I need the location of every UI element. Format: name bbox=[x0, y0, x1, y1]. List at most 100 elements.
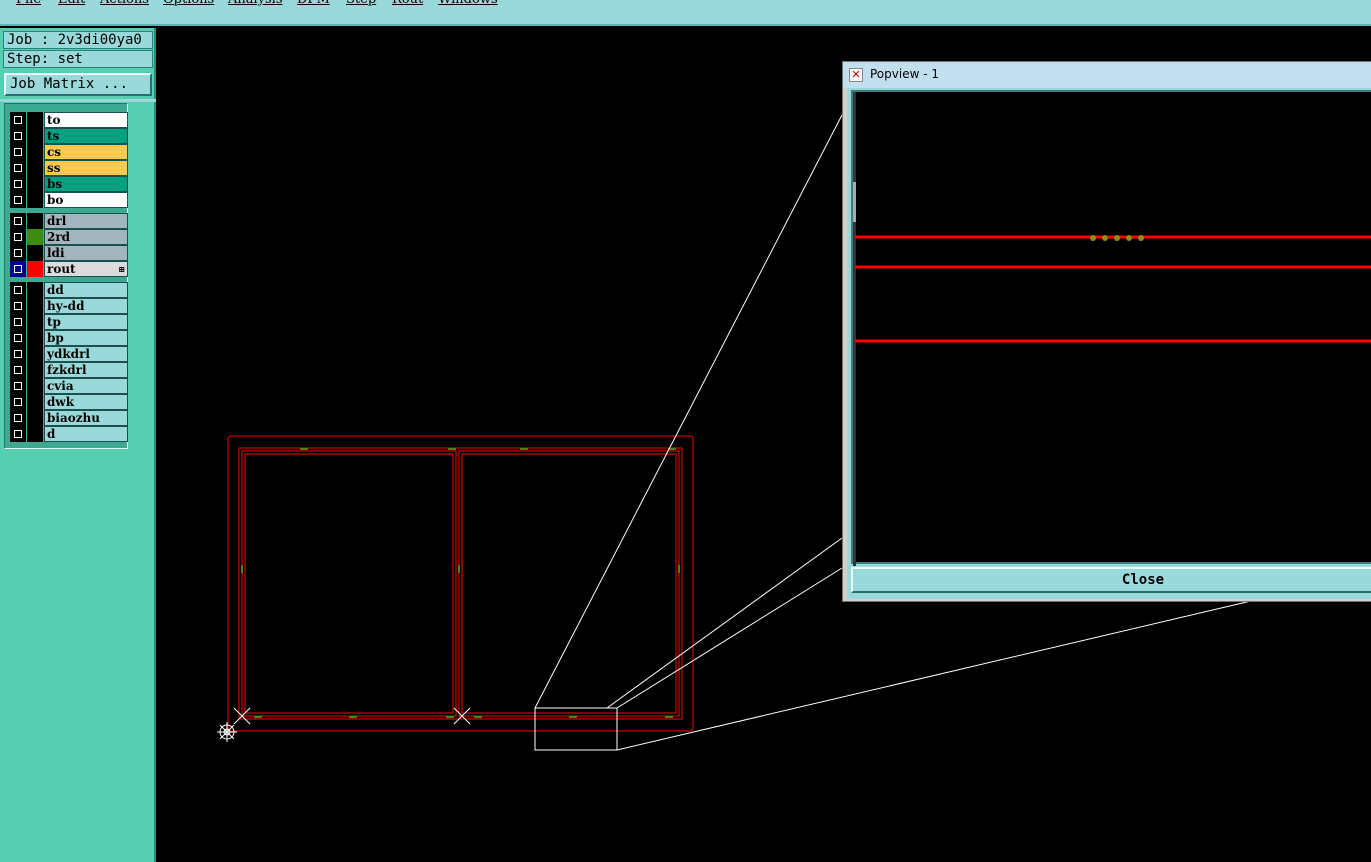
layer-row-hy-dd[interactable]: hy-dd bbox=[10, 298, 128, 314]
layer-color-swatch[interactable] bbox=[27, 176, 43, 192]
layer-checkbox[interactable] bbox=[10, 314, 26, 330]
layer-name-label[interactable]: bs bbox=[44, 176, 128, 192]
layer-name-label[interactable]: dwk bbox=[44, 394, 128, 410]
layer-color-swatch[interactable] bbox=[27, 229, 43, 245]
layer-name-label[interactable]: to bbox=[44, 112, 128, 128]
layer-name-label[interactable]: biaozhu bbox=[44, 410, 128, 426]
layer-name-label[interactable]: fzkdrl bbox=[44, 362, 128, 378]
layer-name-label[interactable]: cvia bbox=[44, 378, 128, 394]
layer-expand-icon[interactable]: ⊞ bbox=[118, 265, 125, 273]
layer-name-label[interactable]: bp bbox=[44, 330, 128, 346]
layer-color-swatch[interactable] bbox=[27, 346, 43, 362]
layer-checkbox[interactable] bbox=[10, 144, 26, 160]
layer-name-label[interactable]: ts bbox=[44, 128, 128, 144]
layer-checkbox[interactable] bbox=[10, 176, 26, 192]
layer-checkbox[interactable] bbox=[10, 394, 26, 410]
layer-checkbox[interactable] bbox=[10, 192, 26, 208]
layer-color-swatch[interactable] bbox=[27, 314, 43, 330]
layer-row-dd[interactable]: dd bbox=[10, 282, 128, 298]
layer-row-d[interactable]: d bbox=[10, 426, 128, 442]
menu-edit[interactable]: Edit bbox=[58, 0, 85, 7]
layer-checkbox[interactable] bbox=[10, 330, 26, 346]
layer-checkbox[interactable] bbox=[10, 245, 26, 261]
layer-checkbox[interactable] bbox=[10, 229, 26, 245]
menu-file[interactable]: File bbox=[16, 0, 41, 7]
layer-name-label[interactable]: ldi bbox=[44, 245, 128, 261]
layer-color-swatch[interactable] bbox=[27, 362, 43, 378]
layer-name-label[interactable]: rout ⊞ bbox=[44, 261, 128, 277]
layer-color-swatch[interactable] bbox=[27, 160, 43, 176]
layer-row-cs[interactable]: cs bbox=[10, 144, 128, 160]
menu-step[interactable]: Step bbox=[346, 0, 376, 7]
layer-checkbox[interactable] bbox=[10, 410, 26, 426]
job-matrix-button[interactable]: Job Matrix ... bbox=[4, 73, 152, 96]
menu-dfm[interactable]: DFM bbox=[297, 0, 330, 7]
layer-name-text: ydkdrl bbox=[47, 347, 90, 361]
layer-color-swatch[interactable] bbox=[27, 426, 43, 442]
layer-row-cvia[interactable]: cvia bbox=[10, 378, 128, 394]
layer-name-text: bs bbox=[47, 177, 63, 191]
layer-checkbox[interactable] bbox=[10, 426, 26, 442]
layer-row-rout[interactable]: rout ⊞ bbox=[10, 261, 128, 277]
layer-color-swatch[interactable] bbox=[27, 261, 43, 277]
layer-name-text: to bbox=[47, 113, 61, 127]
layer-name-label[interactable]: cs bbox=[44, 144, 128, 160]
menu-actions[interactable]: Actions bbox=[100, 0, 149, 7]
left-panel-contour bbox=[241, 450, 457, 717]
layer-name-label[interactable]: hy-dd bbox=[44, 298, 128, 314]
layer-name-label[interactable]: bo bbox=[44, 192, 128, 208]
layer-color-swatch[interactable] bbox=[27, 112, 43, 128]
layer-row-ts[interactable]: ts bbox=[10, 128, 128, 144]
layer-name-label[interactable]: ss bbox=[44, 160, 128, 176]
layer-name-label[interactable]: dd bbox=[44, 282, 128, 298]
layer-checkbox[interactable] bbox=[10, 298, 26, 314]
layer-color-swatch[interactable] bbox=[27, 410, 43, 426]
layer-color-swatch[interactable] bbox=[27, 394, 43, 410]
layer-row-bo[interactable]: bo bbox=[10, 192, 128, 208]
layer-color-swatch[interactable] bbox=[27, 282, 43, 298]
layer-row-biaozhu[interactable]: biaozhu bbox=[10, 410, 128, 426]
layer-checkbox[interactable] bbox=[10, 261, 26, 277]
menu-options[interactable]: Options bbox=[163, 0, 214, 7]
layer-row-fzkdrl[interactable]: fzkdrl bbox=[10, 362, 128, 378]
layer-row-bp[interactable]: bp bbox=[10, 330, 128, 346]
layer-checkbox[interactable] bbox=[10, 378, 26, 394]
layer-color-swatch[interactable] bbox=[27, 144, 43, 160]
layer-name-label[interactable]: d bbox=[44, 426, 128, 442]
layer-color-swatch[interactable] bbox=[27, 298, 43, 314]
popview-canvas[interactable] bbox=[851, 90, 1371, 566]
layer-checkbox[interactable] bbox=[10, 346, 26, 362]
layer-row-ydkdrl[interactable]: ydkdrl bbox=[10, 346, 128, 362]
layer-color-swatch[interactable] bbox=[27, 128, 43, 144]
layer-checkbox[interactable] bbox=[10, 112, 26, 128]
layer-name-label[interactable]: 2rd bbox=[44, 229, 128, 245]
layer-color-swatch[interactable] bbox=[27, 378, 43, 394]
layer-color-swatch[interactable] bbox=[27, 330, 43, 346]
layer-name-text: cvia bbox=[47, 379, 74, 393]
menu-analysis[interactable]: Analysis bbox=[228, 0, 283, 7]
layer-row-tp[interactable]: tp bbox=[10, 314, 128, 330]
layer-row-dwk[interactable]: dwk bbox=[10, 394, 128, 410]
menu-windows[interactable]: Windows bbox=[438, 0, 498, 7]
layer-name-label[interactable]: tp bbox=[44, 314, 128, 330]
layer-row-ldi[interactable]: ldi bbox=[10, 245, 128, 261]
popview-window[interactable]: ✕ Popview - 1 Close bbox=[842, 61, 1371, 602]
layer-checkbox[interactable] bbox=[10, 282, 26, 298]
layer-row-ss[interactable]: ss bbox=[10, 160, 128, 176]
menu-rout[interactable]: Rout bbox=[392, 0, 423, 7]
layer-row-to[interactable]: to bbox=[10, 112, 128, 128]
layer-checkbox[interactable] bbox=[10, 160, 26, 176]
layer-color-swatch[interactable] bbox=[27, 245, 43, 261]
layer-checkbox[interactable] bbox=[10, 213, 26, 229]
layer-checkbox[interactable] bbox=[10, 128, 26, 144]
layer-name-label[interactable]: drl bbox=[44, 213, 128, 229]
layer-row-2rd[interactable]: 2rd bbox=[10, 229, 128, 245]
layer-name-label[interactable]: ydkdrl bbox=[44, 346, 128, 362]
layer-row-drl[interactable]: drl bbox=[10, 213, 128, 229]
layer-color-swatch[interactable] bbox=[27, 192, 43, 208]
popview-titlebar[interactable]: ✕ Popview - 1 bbox=[843, 62, 1371, 88]
layer-checkbox[interactable] bbox=[10, 362, 26, 378]
layer-row-bs[interactable]: bs bbox=[10, 176, 128, 192]
close-button[interactable]: Close bbox=[851, 567, 1371, 593]
layer-color-swatch[interactable] bbox=[27, 213, 43, 229]
